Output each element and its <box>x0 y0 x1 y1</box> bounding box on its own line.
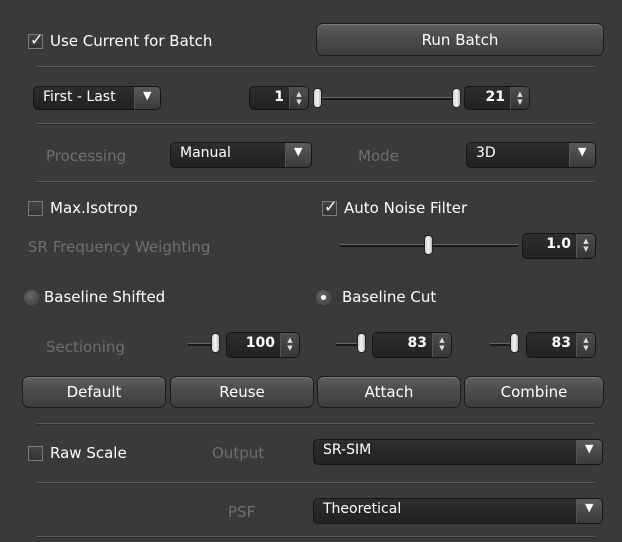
auto-noise-filter-checkbox[interactable]: ✓ <box>322 197 338 216</box>
baseline-cut-label: Baseline Cut <box>342 288 437 306</box>
sectioning-value-2: 83 <box>407 335 427 351</box>
spin-arrows-icon[interactable]: ▲ ▼ <box>280 333 299 357</box>
psf-value: Theoretical <box>323 501 402 517</box>
spin-arrows-icon[interactable]: ▲ ▼ <box>432 333 451 357</box>
spin-arrows-icon[interactable]: ▲ ▼ <box>289 87 308 109</box>
divider <box>36 482 594 484</box>
sectioning-spinbox-3[interactable]: 83 ▲ ▼ <box>526 332 596 358</box>
processing-dropdown[interactable]: Manual ▼ <box>170 142 312 168</box>
sectioning-spinbox-1[interactable]: 100 ▲ ▼ <box>226 332 300 358</box>
range-end-handle[interactable] <box>452 88 461 108</box>
divider <box>36 536 594 538</box>
range-slider-track[interactable] <box>322 97 452 100</box>
mode-value: 3D <box>476 145 496 161</box>
range-from-spinbox[interactable]: 1 ▲ ▼ <box>249 86 309 110</box>
chevron-down-icon: ▼ <box>569 143 595 167</box>
check-icon: ✓ <box>30 30 44 49</box>
combine-button[interactable]: Combine <box>464 376 604 408</box>
range-to-value: 21 <box>485 89 505 105</box>
divider <box>36 423 594 425</box>
sectioning-label: Sectioning <box>46 338 125 356</box>
sectioning-slider-handle-1[interactable] <box>211 333 220 353</box>
range-to-spinbox[interactable]: 21 ▲ ▼ <box>464 86 530 110</box>
chevron-down-icon: ▼ <box>134 87 160 109</box>
auto-noise-filter-label: Auto Noise Filter <box>344 199 468 217</box>
divider <box>36 181 594 183</box>
spin-arrows-icon[interactable]: ▲ ▼ <box>576 234 595 258</box>
sectioning-value-1: 100 <box>245 335 275 351</box>
default-button[interactable]: Default <box>22 376 166 408</box>
psf-label: PSF <box>228 503 256 521</box>
divider <box>36 66 594 68</box>
run-batch-button[interactable]: Run Batch <box>316 23 604 56</box>
sectioning-slider-track-1[interactable] <box>188 343 212 346</box>
spin-arrows-icon[interactable]: ▲ ▼ <box>576 333 595 357</box>
reuse-button[interactable]: Reuse <box>170 376 314 408</box>
range-mode-value: First - Last <box>43 89 116 105</box>
chevron-down-icon: ▼ <box>576 499 602 523</box>
sectioning-slider-handle-2[interactable] <box>357 333 366 353</box>
sr-frequency-value: 1.0 <box>546 236 571 252</box>
radio-selected-dot <box>321 295 326 300</box>
baseline-shifted-radio[interactable] <box>24 290 39 305</box>
divider <box>36 123 594 125</box>
baseline-shifted-label: Baseline Shifted <box>44 288 166 306</box>
sr-frequency-slider-handle[interactable] <box>424 235 433 255</box>
use-current-for-batch-checkbox[interactable]: ✓ <box>28 30 44 49</box>
chevron-down-icon: ▼ <box>576 440 602 464</box>
spin-arrows-icon[interactable]: ▲ ▼ <box>510 87 529 109</box>
mode-label: Mode <box>358 147 399 165</box>
check-icon: ✓ <box>324 197 338 216</box>
psf-dropdown[interactable]: Theoretical ▼ <box>313 498 603 524</box>
sr-frequency-weighting-label: SR Frequency Weighting <box>28 238 211 256</box>
use-current-for-batch-label: Use Current for Batch <box>50 32 213 50</box>
range-from-value: 1 <box>274 89 284 105</box>
attach-button[interactable]: Attach <box>317 376 461 408</box>
output-label: Output <box>212 444 265 462</box>
sr-frequency-spinbox[interactable]: 1.0 ▲ ▼ <box>522 233 596 259</box>
output-value: SR-SIM <box>323 442 372 458</box>
mode-dropdown[interactable]: 3D ▼ <box>466 142 596 168</box>
raw-scale-label: Raw Scale <box>50 444 127 462</box>
range-start-handle[interactable] <box>313 88 322 108</box>
processing-label: Processing <box>46 147 127 165</box>
sectioning-value-3: 83 <box>551 335 571 351</box>
sectioning-slider-handle-3[interactable] <box>510 333 519 353</box>
chevron-down-icon: ▼ <box>285 143 311 167</box>
output-dropdown[interactable]: SR-SIM ▼ <box>313 439 603 465</box>
max-isotrop-checkbox[interactable] <box>28 201 43 216</box>
processing-value: Manual <box>180 145 231 161</box>
raw-scale-checkbox[interactable] <box>28 446 43 461</box>
baseline-cut-radio[interactable] <box>316 290 331 305</box>
max-isotrop-label: Max.Isotrop <box>50 199 138 217</box>
range-mode-dropdown[interactable]: First - Last ▼ <box>33 86 161 110</box>
sectioning-spinbox-2[interactable]: 83 ▲ ▼ <box>372 332 452 358</box>
